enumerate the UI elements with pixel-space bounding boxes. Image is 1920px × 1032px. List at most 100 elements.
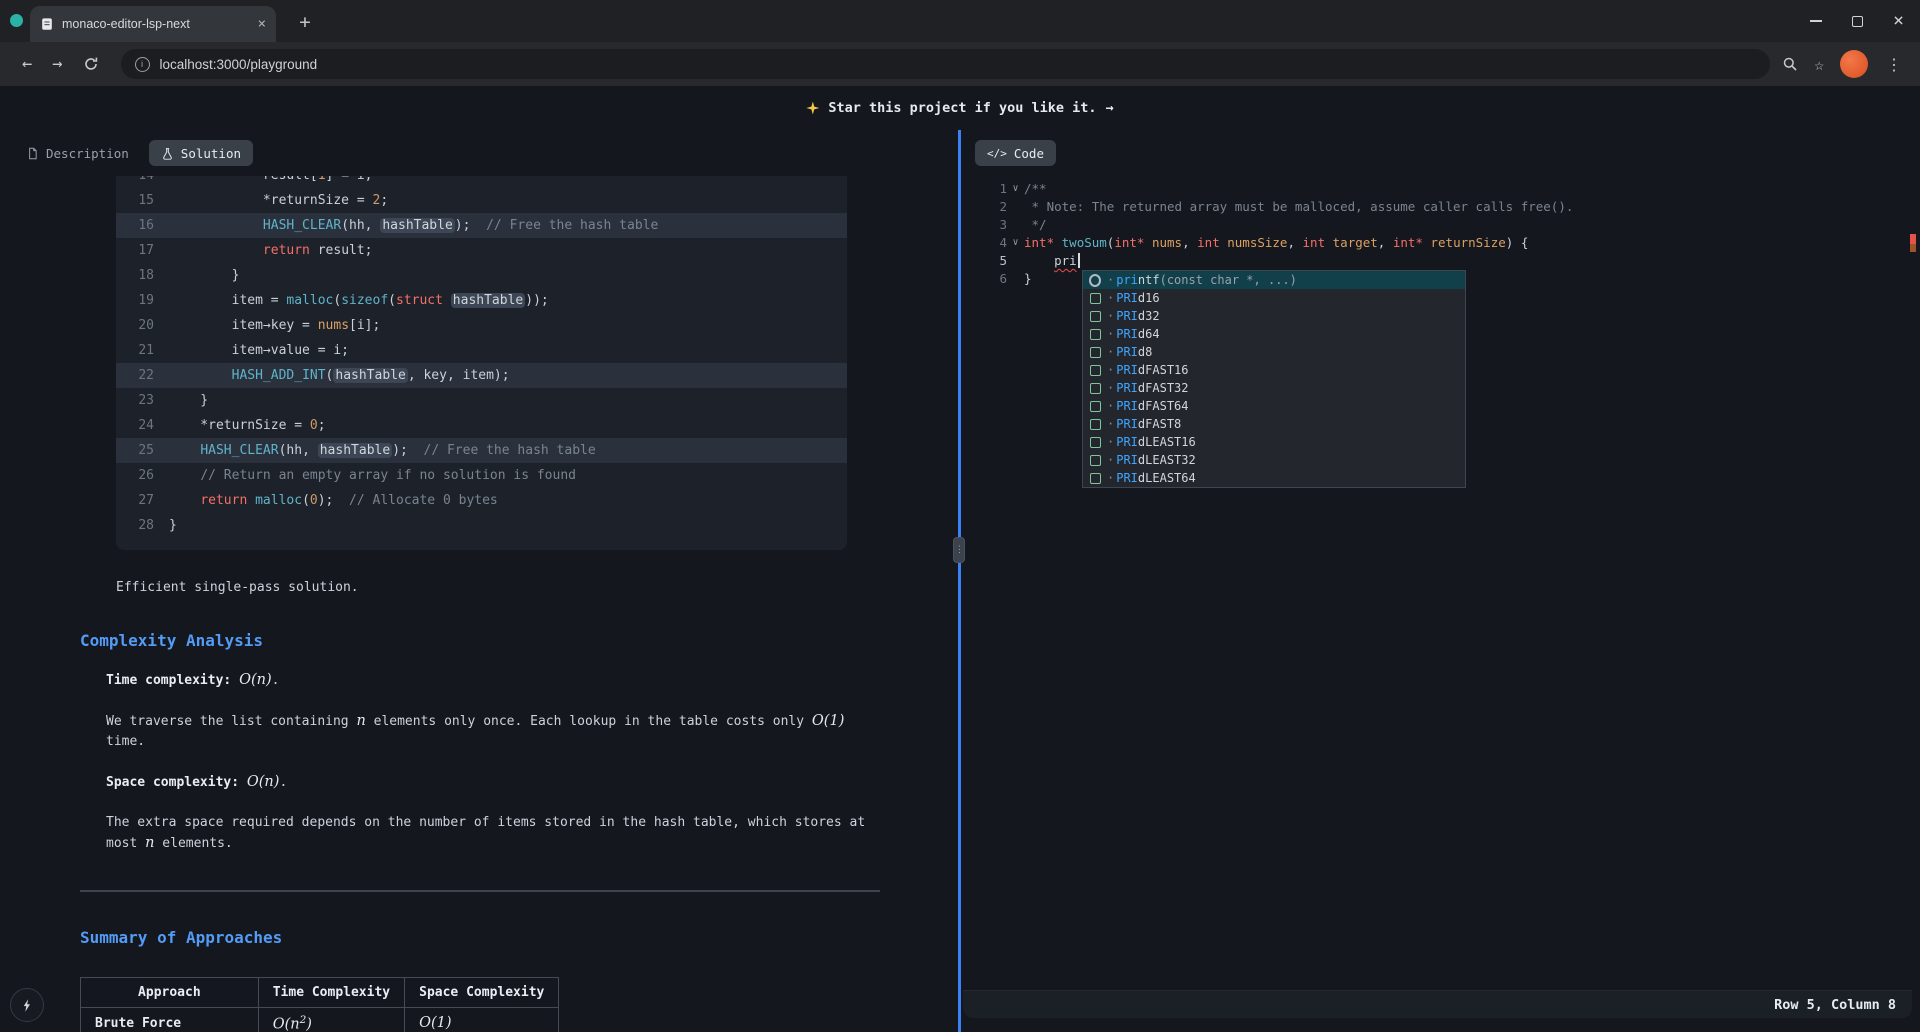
quick-actions-button[interactable] [10,988,44,1022]
suggestion-item[interactable]: PRIdFAST32 [1083,379,1465,397]
line-number: 19 [116,288,154,313]
code-text: item→key = nums[i]; [169,313,380,338]
fold-gutter [1007,252,1024,270]
suggestion-label: PRIdFAST32 [1107,381,1189,395]
code-text: *returnSize = 0; [169,413,326,438]
text-token: int [1197,235,1220,250]
solution-scroll-area[interactable]: 14 result[1] = i;15 *returnSize = 2;16 H… [0,176,958,1032]
code-line: 23 } [116,388,847,413]
text-token [169,368,232,383]
code-line: 17 return result; [116,238,847,263]
constant-suggestion-icon [1089,310,1101,322]
text-token: ) { [1506,235,1529,250]
text-token: nums [318,318,349,333]
reload-button[interactable] [73,56,109,72]
code-line: 15 *returnSize = 2; [116,188,847,213]
editor-line: 5 pri [979,252,1920,270]
suggestion-item[interactable]: PRIdLEAST64 [1083,469,1465,487]
text-token: item→key = [169,318,318,333]
text-token: */ [1024,217,1047,232]
editor-line: 1∨/** [979,180,1920,198]
minimize-button[interactable] [1810,20,1822,22]
suggestion-item[interactable]: PRIdFAST8 [1083,415,1465,433]
fold-chevron-icon[interactable]: ∨ [1007,234,1024,252]
promo-banner: Star this project if you like it. → [0,86,1920,130]
nav-right: ☆ ⋮ [1782,50,1908,78]
line-number: 22 [116,363,154,388]
text-token: n [356,713,365,729]
file-icon [26,147,39,160]
text-token [1054,235,1062,250]
line-number: 6 [979,270,1007,288]
line-number: 24 [116,413,154,438]
avatar[interactable] [1840,50,1868,78]
suggestion-label: PRIdLEAST32 [1107,453,1196,467]
code-line: 25 HASH_CLEAR(hh, hashTable); // Free th… [116,438,847,463]
text-token [1423,235,1431,250]
menu-icon[interactable]: ⋮ [1884,55,1904,74]
constant-suggestion-icon [1089,346,1101,358]
suggestion-item[interactable]: printf(const char *, ...) [1083,271,1465,289]
line-number: 15 [116,188,154,213]
right-panel: </> Code 1∨/**2 * Note: The returned arr… [961,130,1920,1032]
line-number: 21 [116,338,154,363]
text-token: } [169,518,177,533]
text-token: ; [380,193,388,208]
text-token: int [1303,235,1326,250]
text-token: , [1182,235,1197,250]
reload-icon [83,56,99,72]
text-token: int* [1393,235,1423,250]
suggestion-label: PRIdFAST64 [1107,399,1189,413]
text-token: [i]; [349,318,380,333]
site-info-icon[interactable]: i [135,57,150,72]
text-token: struct [396,293,443,308]
tab-code[interactable]: </> Code [975,140,1056,166]
back-button[interactable]: ← [12,54,42,74]
forward-button[interactable]: → [42,54,72,74]
suggestion-item[interactable]: PRIdLEAST16 [1083,433,1465,451]
new-tab-button[interactable]: + [292,9,318,35]
suggestion-item[interactable]: PRIdFAST16 [1083,361,1465,379]
window-controls: × [1810,0,1904,42]
text-token: . [279,775,287,790]
line-number: 14 [116,176,154,188]
zoom-icon[interactable] [1782,56,1798,72]
suggestion-item[interactable]: PRIdFAST64 [1083,397,1465,415]
warning-marker [1910,244,1916,252]
text-token: nums [1152,235,1182,250]
code-text: } [169,388,208,413]
code-text: item = malloc(sizeof(struct hashTable)); [169,288,549,313]
close-button[interactable]: × [1893,12,1904,30]
title-bar: monaco-editor-lsp-next × + × [0,0,1920,42]
text-token: // Return an empty array if no solution … [200,468,576,483]
constant-suggestion-icon [1089,292,1101,304]
code-text: pri [1024,252,1080,270]
suggestion-item[interactable]: PRId32 [1083,307,1465,325]
text-token: Space complexity: [106,775,247,790]
tab-solution[interactable]: Solution [149,140,253,166]
banner-arrow-icon[interactable]: → [1106,100,1114,116]
summary-table-body: Brute ForceO(n2)O(1)Two-pass Hash TableO… [81,1008,559,1032]
browser-tab[interactable]: monaco-editor-lsp-next × [30,6,276,42]
url-bar[interactable]: i localhost:3000/playground [121,49,1771,79]
suggestion-item[interactable]: PRId64 [1083,325,1465,343]
tab-description[interactable]: Description [14,140,141,166]
code-text: item→value = i; [169,338,349,363]
text-token: returnSize [1431,235,1506,250]
bookmark-star-icon[interactable]: ☆ [1814,55,1824,74]
text-token [169,493,200,508]
text-token: , key, item); [408,368,510,383]
nav-bar: ← → i localhost:3000/playground ☆ ⋮ [0,42,1920,86]
text-token: ( [388,293,396,308]
suggestion-item[interactable]: PRIdLEAST32 [1083,451,1465,469]
table-header-cell: Space Complexity [405,978,559,1008]
left-panel: Description Solution 14 result[1] = i;15… [0,130,958,1032]
flask-icon [161,147,174,160]
code-line: 22 HASH_ADD_INT(hashTable, key, item); [116,363,847,388]
suggestion-item[interactable]: PRId8 [1083,343,1465,361]
maximize-button[interactable] [1852,16,1863,27]
tab-close-icon[interactable]: × [258,17,266,31]
fold-chevron-icon[interactable]: ∨ [1007,180,1024,198]
suggestion-item[interactable]: PRId16 [1083,289,1465,307]
tab-label: Description [46,146,129,161]
